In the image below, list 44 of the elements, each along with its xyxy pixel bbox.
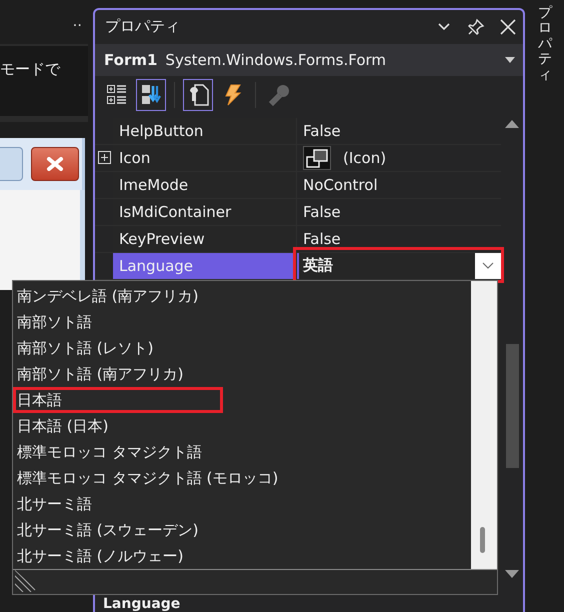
language-option[interactable]: 北サーミ語 (ノルウェー)	[17, 546, 184, 566]
page-wrench-button[interactable]	[183, 78, 213, 111]
property-name[interactable]: Language	[113, 252, 297, 279]
language-option[interactable]: 日本語 (日本)	[17, 416, 108, 436]
page-wrench-icon	[187, 83, 209, 106]
close-icon	[46, 157, 64, 171]
language-option[interactable]: 日本語	[17, 390, 62, 410]
property-value[interactable]: False	[303, 122, 341, 140]
icon-preview-icon	[303, 146, 331, 170]
property-value[interactable]: 英語	[303, 256, 333, 276]
expand-icon[interactable]	[98, 151, 110, 164]
language-option[interactable]: 標準モロッコ タマジクト語	[17, 442, 202, 462]
property-value[interactable]: NoControl	[303, 176, 378, 194]
property-value[interactable]: False	[303, 202, 341, 221]
close-button[interactable]	[31, 147, 79, 181]
dropdown-button[interactable]	[475, 252, 501, 279]
sort-alphabetical-icon	[140, 83, 162, 106]
categorized-icon	[106, 83, 128, 106]
scrollbar[interactable]	[471, 281, 497, 569]
property-value[interactable]: False	[303, 230, 341, 248]
properties-tab[interactable]: プロパティ	[538, 6, 552, 83]
scrollbar-thumb[interactable]	[480, 527, 485, 553]
description-title: Language	[103, 596, 180, 612]
language-option[interactable]: 北サーミ語	[17, 494, 92, 514]
message-text: モードで	[0, 60, 60, 78]
language-option[interactable]: 南部ソト語 (レソト)	[17, 338, 154, 358]
scroll-down-icon	[505, 570, 519, 578]
close-icon	[499, 18, 517, 36]
scrollbar-thumb[interactable]	[506, 344, 518, 468]
language-option[interactable]: 南部ソト語 (南アフリカ)	[17, 364, 184, 384]
sort-alphabetical-button[interactable]	[136, 78, 166, 111]
language-option[interactable]: 南部ソト語	[17, 312, 92, 332]
language-option[interactable]: 標準モロッコ タマジクト語 (モロッコ)	[17, 468, 278, 488]
language-option[interactable]: 北サーミ語 (スウェーデン)	[17, 520, 198, 540]
more-options-icon[interactable]: ‥	[72, 14, 82, 30]
scroll-up-icon	[505, 120, 519, 128]
language-option[interactable]: 南ンデベレ語 (南アフリカ)	[17, 286, 198, 306]
dropdown-arrow-icon	[505, 56, 515, 63]
pin-button[interactable]	[467, 18, 485, 36]
property-value[interactable]: (Icon)	[343, 148, 386, 167]
chevron-down-icon	[482, 262, 494, 270]
panel-title: プロパティ	[105, 17, 181, 36]
object-selector[interactable]: Form1 System.Windows.Forms.Form	[95, 44, 523, 76]
pin-icon	[467, 18, 485, 36]
